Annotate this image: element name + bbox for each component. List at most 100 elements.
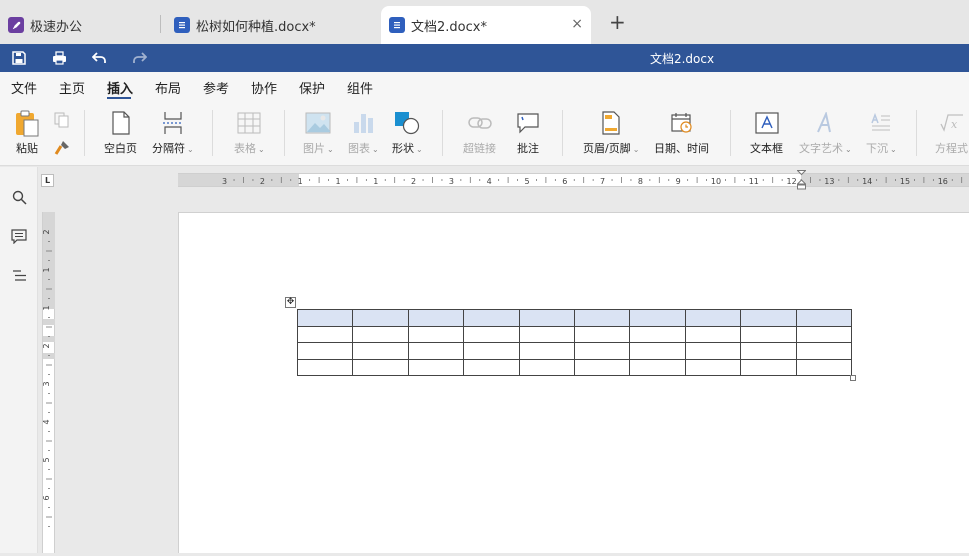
table-cell[interactable] [573,325,631,343]
document-table[interactable] [296,309,852,376]
table-row [296,325,852,343]
table-cell[interactable] [795,342,852,360]
text-box-button[interactable]: 文本框 [750,110,783,156]
table-cell[interactable] [352,309,409,327]
table-cell[interactable] [684,342,742,360]
equation-dropdown[interactable]: x 方程式 [935,110,968,156]
tab-home[interactable]: 极速办公 [8,6,158,44]
separator-dropdown[interactable]: 分隔符 ⌄ [152,110,194,156]
chart-dropdown[interactable]: 图表 ⌄ [348,110,379,156]
menu-plugins[interactable]: 组件 [347,78,373,97]
vertical-ruler[interactable]: 2 1 1 2 3 4 5 6 [42,212,55,553]
table-cell[interactable] [463,358,520,376]
image-dropdown[interactable]: 图片 ⌄ [303,110,334,156]
menu-file[interactable]: 文件 [11,78,37,97]
table-resize-handle[interactable] [850,375,856,381]
table-cell[interactable] [463,309,520,327]
blank-page-button[interactable]: 空白页 [104,110,137,156]
table-cell[interactable] [463,342,520,360]
table-cell[interactable] [684,325,742,343]
table-cell[interactable] [740,325,797,343]
table-cell[interactable] [407,358,465,376]
equation-icon: x [939,110,965,136]
table-cell[interactable] [629,309,686,327]
tab-divider [160,15,161,33]
table-cell[interactable] [296,325,354,343]
paste-button[interactable]: 粘贴 [14,110,40,156]
table-cell[interactable] [740,342,797,360]
header-footer-dropdown[interactable]: 页眉/页脚 ⌄ [583,110,639,156]
tab-stop-selector[interactable]: L [41,174,54,187]
date-time-button[interactable]: 日期、时间 [654,110,709,156]
document-page[interactable] [178,212,969,553]
table-cell[interactable] [352,325,409,343]
search-icon[interactable] [10,188,28,206]
horizontal-ruler[interactable]: 32111234567891011121314151617 [178,170,969,190]
table-cell[interactable] [629,342,686,360]
ruler-number: 1 [43,305,51,310]
horizontal-ruler-scale: 32111234567891011121314151617 [178,174,969,186]
close-icon[interactable]: × [571,16,583,32]
table-cell[interactable] [740,309,797,327]
menu-home[interactable]: 主页 [59,78,85,97]
menu-collaborate[interactable]: 协作 [251,78,277,97]
menu-protect[interactable]: 保护 [299,78,325,97]
table-cell[interactable] [684,358,742,376]
text-art-dropdown[interactable]: 文字艺术 ⌄ [799,110,852,156]
image-icon [305,110,331,136]
image-label: 图片 [303,142,325,155]
chart-icon [352,110,374,136]
table-cell[interactable] [518,325,575,343]
menu-references[interactable]: 参考 [203,78,229,97]
first-line-indent-marker[interactable] [796,170,807,195]
table-cell[interactable] [740,358,797,376]
ruler-number: 8 [638,177,643,186]
table-cell[interactable] [573,309,631,327]
table-cell[interactable] [629,325,686,343]
tab-label: 松树如何种植.docx* [196,19,316,35]
ribbon-divider [442,110,443,156]
hyperlink-button[interactable]: 超链接 [463,110,496,156]
table-cell[interactable] [296,358,354,376]
paste-icon [14,110,40,137]
comment-button[interactable]: 批注 [516,110,540,156]
table-move-handle[interactable]: ✥ [285,297,296,308]
ruler-number: 9 [676,177,681,186]
chevron-down-icon: ⌄ [845,145,852,154]
table-cell[interactable] [795,325,852,343]
table-cell[interactable] [573,358,631,376]
copy-icon[interactable] [54,112,70,128]
drop-cap-dropdown[interactable]: 下沉 ⌄ [866,110,897,156]
table-cell[interactable] [352,358,409,376]
ribbon-toolbar: 粘贴 空白页 分隔符 ⌄ 表格 ⌄ 图片 ⌄ 图表 ⌄ 形状 ⌄ 超链接 批注 … [0,100,969,166]
table-cell[interactable] [684,309,742,327]
table-cell[interactable] [518,309,575,327]
table-cell[interactable] [296,309,354,327]
comment-label: 批注 [517,142,539,155]
ruler-number: 2 [43,229,51,234]
tab-document-2[interactable]: 文档2.docx* × [381,6,591,44]
table-cell[interactable] [518,358,575,376]
table-cell[interactable] [573,342,631,360]
table-cell[interactable] [518,342,575,360]
table-cell[interactable] [352,342,409,360]
navigation-icon[interactable] [10,266,28,284]
table-cell[interactable] [407,309,465,327]
format-painter-icon[interactable] [54,140,70,156]
shape-dropdown[interactable]: 形状 ⌄ [392,110,423,156]
new-tab-button[interactable]: + [609,12,626,32]
tab-document-1[interactable]: 松树如何种植.docx* [174,6,374,44]
table-cell[interactable] [296,342,354,360]
comments-icon[interactable] [10,227,28,245]
table-cell[interactable] [795,358,852,376]
table-cell[interactable] [407,325,465,343]
separator-label: 分隔符 [152,142,185,155]
table-dropdown[interactable]: 表格 ⌄ [234,110,265,156]
active-menu-indicator [107,97,131,99]
menu-insert[interactable]: 插入 [107,78,133,97]
table-cell[interactable] [795,309,852,327]
table-cell[interactable] [629,358,686,376]
table-cell[interactable] [463,325,520,343]
table-cell[interactable] [407,342,465,360]
menu-layout[interactable]: 布局 [155,78,181,97]
